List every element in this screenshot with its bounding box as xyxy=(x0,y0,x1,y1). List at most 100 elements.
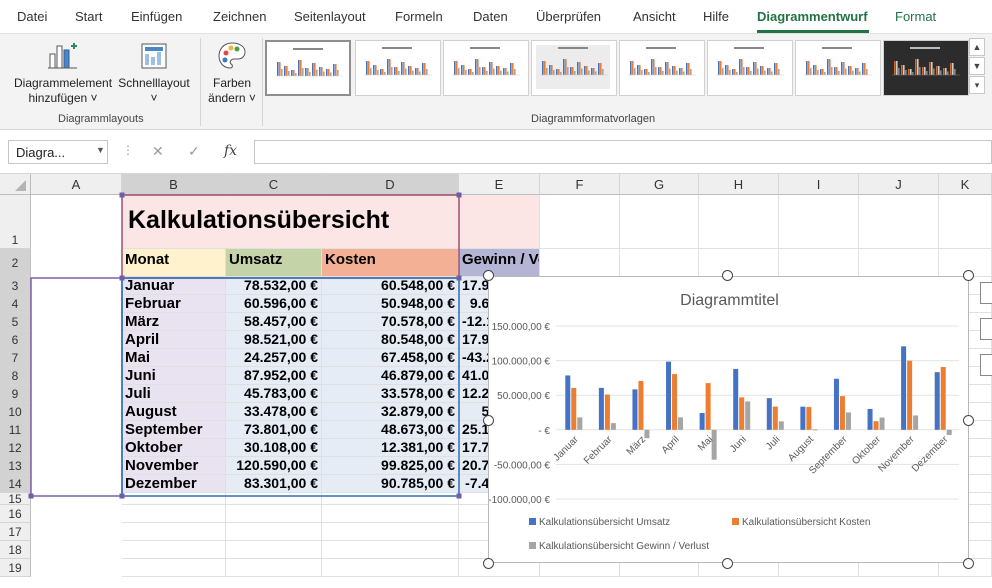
legend-entry[interactable]: Kalkulationsübersicht Umsatz xyxy=(539,517,670,528)
empty-cell[interactable] xyxy=(122,559,226,577)
column-title-cell[interactable]: Kosten xyxy=(322,249,459,277)
gallery-scroll-up-icon[interactable]: ▲ xyxy=(969,38,985,56)
bar-2-3[interactable] xyxy=(638,380,644,430)
chart-styles-button[interactable] xyxy=(980,318,992,340)
bar-3-12[interactable] xyxy=(946,429,952,435)
row-header-9[interactable]: 9 xyxy=(0,385,31,403)
empty-cell[interactable] xyxy=(699,195,779,249)
month-cell[interactable]: November xyxy=(122,457,226,475)
empty-cell[interactable] xyxy=(620,195,699,249)
column-header-A[interactable]: A xyxy=(31,174,122,195)
value-cell[interactable]: 87.952,00 € xyxy=(226,367,322,385)
value-cell[interactable]: 60.548,00 € xyxy=(322,277,459,295)
resize-handle[interactable] xyxy=(483,270,494,281)
month-cell[interactable]: Juli xyxy=(122,385,226,403)
tab-9[interactable]: Ansicht xyxy=(633,9,676,24)
value-cell[interactable]: 33.478,00 € xyxy=(226,403,322,421)
select-all-corner[interactable] xyxy=(0,174,31,195)
bar-2-8[interactable] xyxy=(806,407,812,430)
empty-cell[interactable] xyxy=(939,195,992,249)
bar-2-10[interactable] xyxy=(873,421,879,430)
value-cell[interactable]: 120.590,00 € xyxy=(226,457,322,475)
tab-5[interactable]: Seitenlayout xyxy=(294,9,366,24)
row-header-15[interactable]: 15 xyxy=(0,493,31,505)
bar-1-11[interactable] xyxy=(901,346,907,430)
tab-2[interactable]: Start xyxy=(75,9,102,24)
column-header-B[interactable]: B xyxy=(122,174,226,195)
bar-3-6[interactable] xyxy=(745,401,751,430)
legend-entry[interactable]: Kalkulationsübersicht Kosten xyxy=(742,517,870,528)
value-cell[interactable]: 70.578,00 € xyxy=(322,313,459,331)
bar-2-9[interactable] xyxy=(839,396,845,430)
bar-1-2[interactable] xyxy=(598,387,604,430)
bar-3-10[interactable] xyxy=(879,417,885,430)
empty-cell[interactable] xyxy=(322,559,459,577)
empty-cell[interactable] xyxy=(779,249,859,277)
bar-1-9[interactable] xyxy=(833,378,839,430)
row-header-12[interactable]: 12 xyxy=(0,439,31,457)
empty-cell[interactable] xyxy=(226,493,322,505)
bar-1-7[interactable] xyxy=(766,398,772,430)
month-cell[interactable]: Mai xyxy=(122,349,226,367)
chart-style-thumbnail[interactable] xyxy=(795,40,881,96)
change-colors-button[interactable]: Farben ändern ˅ xyxy=(206,38,258,106)
row-header-2[interactable]: 2 xyxy=(0,249,31,277)
column-title-cell[interactable]: Umsatz xyxy=(226,249,322,277)
bar-2-1[interactable] xyxy=(571,387,577,430)
bar-3-8[interactable] xyxy=(812,429,818,431)
bar-2-7[interactable] xyxy=(772,406,778,430)
resize-handle[interactable] xyxy=(722,270,733,281)
resize-handle[interactable] xyxy=(963,558,974,569)
month-cell[interactable]: Juni xyxy=(122,367,226,385)
value-cell[interactable]: 48.673,00 € xyxy=(322,421,459,439)
empty-cell[interactable] xyxy=(226,505,322,523)
bar-3-7[interactable] xyxy=(778,421,784,430)
resize-handle[interactable] xyxy=(963,415,974,426)
chart-elements-button[interactable] xyxy=(980,282,992,304)
tab-10[interactable]: Hilfe xyxy=(703,9,729,24)
empty-cell[interactable] xyxy=(122,541,226,559)
bar-2-5[interactable] xyxy=(705,383,711,430)
empty-cell[interactable] xyxy=(226,541,322,559)
row-header-19[interactable]: 19 xyxy=(0,559,31,577)
empty-cell[interactable] xyxy=(540,195,620,249)
bar-2-11[interactable] xyxy=(907,360,913,430)
chart[interactable]: Diagrammtitel 150.000,00 € 100.000,00 € 50.… xyxy=(488,276,969,563)
bar-2-4[interactable] xyxy=(672,374,678,430)
bar-1-3[interactable] xyxy=(632,389,638,430)
column-title-cell[interactable]: Gewinn / Verlust xyxy=(459,249,540,277)
chart-style-thumbnail[interactable] xyxy=(707,40,793,96)
empty-cell[interactable] xyxy=(122,505,226,523)
month-cell[interactable]: Februar xyxy=(122,295,226,313)
row-header-1[interactable]: 1 xyxy=(0,195,31,249)
bar-3-9[interactable] xyxy=(845,412,851,430)
empty-cell[interactable] xyxy=(322,541,459,559)
formula-input[interactable] xyxy=(254,140,992,164)
value-cell[interactable]: 98.521,00 € xyxy=(226,331,322,349)
tab-7[interactable]: Daten xyxy=(473,9,508,24)
tab-3[interactable]: Einfügen xyxy=(131,9,182,24)
row-header-18[interactable]: 18 xyxy=(0,541,31,559)
empty-cell[interactable] xyxy=(620,249,699,277)
resize-handle[interactable] xyxy=(722,558,733,569)
value-cell[interactable]: 12.381,00 € xyxy=(322,439,459,457)
row-header-4[interactable]: 4 xyxy=(0,295,31,313)
resize-handle[interactable] xyxy=(963,270,974,281)
empty-cell[interactable] xyxy=(859,195,939,249)
bar-1-8[interactable] xyxy=(800,406,806,430)
value-cell[interactable]: 73.801,00 € xyxy=(226,421,322,439)
row-header-16[interactable]: 16 xyxy=(0,505,31,523)
chart-filters-button[interactable] xyxy=(980,354,992,376)
bar-3-11[interactable] xyxy=(913,415,919,430)
bar-1-12[interactable] xyxy=(934,372,940,430)
row-header-5[interactable]: 5 xyxy=(0,313,31,331)
tab-6[interactable]: Formeln xyxy=(395,9,443,24)
value-cell[interactable]: 30.108,00 € xyxy=(226,439,322,457)
column-header-J[interactable]: J xyxy=(859,174,939,195)
chart-style-thumbnail[interactable] xyxy=(443,40,529,96)
value-cell[interactable]: 32.879,00 € xyxy=(322,403,459,421)
column-header-C[interactable]: C xyxy=(226,174,322,195)
bar-3-3[interactable] xyxy=(644,429,650,439)
chart-style-thumbnail[interactable] xyxy=(265,40,351,96)
bar-1-6[interactable] xyxy=(733,368,739,430)
